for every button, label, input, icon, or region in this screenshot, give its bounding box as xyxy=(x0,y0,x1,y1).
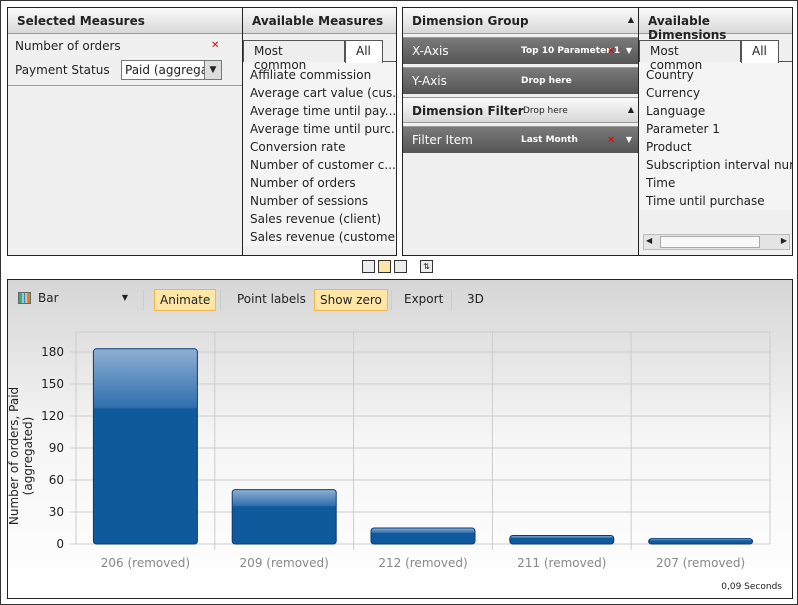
filter-item-value: Last Month xyxy=(521,135,578,145)
available-measures: Available Measures Most common All Affili… xyxy=(243,8,396,255)
measure-item[interactable]: Number of orders xyxy=(243,174,396,192)
measure-item[interactable]: Conversion rate xyxy=(243,138,396,156)
x-axis-slot[interactable]: X-Axis Top 10 Parameter 1 ✕ ▼ xyxy=(403,37,638,64)
dimension-item[interactable]: Subscription interval number xyxy=(639,156,792,174)
available-dimensions-title: Available Dimensions xyxy=(639,8,792,42)
measure-label: Number of orders xyxy=(15,39,121,53)
tab-all[interactable]: All xyxy=(345,40,383,63)
layout-top-icon[interactable] xyxy=(362,260,375,273)
y-axis-slot[interactable]: Y-Axis Drop here xyxy=(403,67,638,94)
bar xyxy=(370,527,476,545)
y-tick-label: 0 xyxy=(56,537,64,551)
chevron-down-icon[interactable]: ▼ xyxy=(626,135,632,144)
remove-icon[interactable]: ✕ xyxy=(607,135,615,146)
filter-item-slot[interactable]: Filter Item Last Month ✕ ▼ xyxy=(403,126,638,153)
remove-icon[interactable]: ✕ xyxy=(607,46,615,57)
bar xyxy=(231,489,337,545)
dimension-group: Dimension Group ▲ X-Axis Top 10 Parameter … xyxy=(403,8,639,255)
y-tick-label: 120 xyxy=(41,409,64,423)
select-value: Paid (aggrega xyxy=(125,63,209,77)
measure-item[interactable]: Sales revenue (customer) xyxy=(243,228,396,246)
dimension-group-title: Dimension Group xyxy=(412,14,529,28)
payment-status-label: Payment Status xyxy=(15,63,110,77)
measure-item[interactable]: Number of customer c... xyxy=(243,156,396,174)
scrollbar-thumb[interactable] xyxy=(660,236,760,248)
timing-label: 0,09 Seconds xyxy=(721,582,782,592)
dimensions-panel: Dimension Group ▲ X-Axis Top 10 Parameter … xyxy=(402,7,793,256)
dimension-item[interactable]: Time xyxy=(639,174,792,192)
dimension-item[interactable]: Currency xyxy=(639,84,792,102)
filter-drop: Drop here xyxy=(523,106,568,116)
selected-measures-title: Selected Measures xyxy=(8,8,242,34)
horizontal-scrollbar[interactable]: ◀ ▶ xyxy=(643,234,790,250)
measure-item[interactable]: Sales revenue (client) xyxy=(243,210,396,228)
swap-icon[interactable]: ⇅ xyxy=(420,260,433,273)
y-tick-label: 180 xyxy=(41,345,64,359)
y-tick-label: 30 xyxy=(49,505,64,519)
measure-item[interactable]: Average time until purc... xyxy=(243,120,396,138)
y-axis-drop: Drop here xyxy=(521,76,572,86)
bar xyxy=(648,538,754,545)
x-tick-label: 212 (removed) xyxy=(378,556,467,570)
tab-most-common[interactable]: Most common xyxy=(243,40,345,72)
dimension-item[interactable]: Time until purchase xyxy=(639,192,792,210)
layout-bottom-icon[interactable] xyxy=(394,260,407,273)
bar-chart: 0 30 60 90 120 150 180 206 (removed) 209 (remove… xyxy=(41,331,771,570)
bar xyxy=(92,348,198,545)
selected-measures: Selected Measures Number of orders ✕ Pay… xyxy=(8,8,243,255)
tab-all[interactable]: All xyxy=(741,40,779,63)
collapse-icon[interactable]: ▲ xyxy=(628,105,634,114)
scroll-right-icon[interactable]: ▶ xyxy=(781,236,787,245)
x-tick-label: 209 (removed) xyxy=(240,556,329,570)
x-tick-label: 211 (removed) xyxy=(517,556,606,570)
remove-icon[interactable]: ✕ xyxy=(211,40,219,51)
dimension-item[interactable]: Language xyxy=(639,102,792,120)
filter-item-label: Filter Item xyxy=(412,133,473,147)
y-tick-label: 90 xyxy=(49,441,64,455)
layout-middle-icon[interactable] xyxy=(378,260,391,273)
y-axis-title: Number of orders, Paid (aggregated) xyxy=(7,386,35,526)
chart-panel: Bar ▼ Animate Point labels Show zero Expo… xyxy=(7,279,793,599)
selected-measure-row[interactable]: Number of orders ✕ xyxy=(8,34,242,58)
collapse-icon[interactable]: ▲ xyxy=(628,15,634,24)
dimension-item[interactable]: Product xyxy=(639,138,792,156)
x-axis-label: X-Axis xyxy=(412,44,449,58)
x-tick-label: 206 (removed) xyxy=(101,556,190,570)
x-tick-label: 207 (removed) xyxy=(656,556,745,570)
available-measures-title: Available Measures xyxy=(243,8,396,34)
dimension-item[interactable]: Parameter 1 xyxy=(639,120,792,138)
measure-item[interactable]: Number of sessions xyxy=(243,192,396,210)
chevron-down-icon[interactable]: ▼ xyxy=(626,46,632,55)
y-tick-label: 60 xyxy=(49,473,64,487)
y-tick-label: 150 xyxy=(41,377,64,391)
chevron-down-icon: ▼ xyxy=(204,61,221,79)
y-axis-label: Y-Axis xyxy=(412,74,447,88)
measures-panel: Selected Measures Number of orders ✕ Pay… xyxy=(7,7,397,256)
x-axis-value: Top 10 Parameter 1 xyxy=(521,46,621,56)
measure-item[interactable]: Average cart value (cus... xyxy=(243,84,396,102)
scroll-left-icon[interactable]: ◀ xyxy=(646,236,652,245)
bar xyxy=(509,534,615,545)
measure-item[interactable]: Average time until pay... xyxy=(243,102,396,120)
available-dimensions: Available Dimensions Most common All Coun… xyxy=(639,8,792,255)
dimension-filter-title: Dimension Filter xyxy=(412,104,524,118)
payment-status-select[interactable]: Paid (aggrega ▼ xyxy=(121,60,222,80)
tab-most-common[interactable]: Most common xyxy=(639,40,741,72)
